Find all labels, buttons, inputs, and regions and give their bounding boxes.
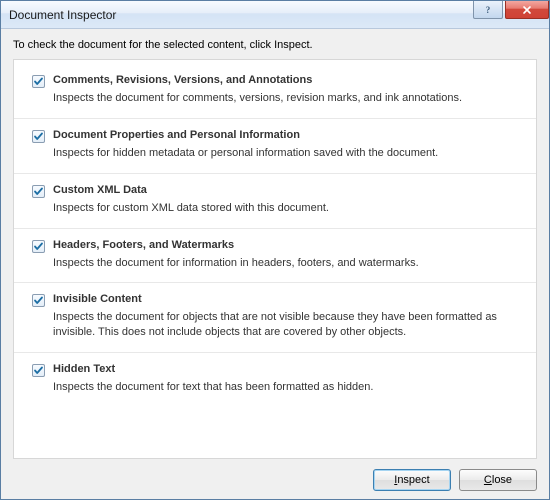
- titlebar-buttons: ?: [471, 1, 549, 28]
- button-label: Inspect: [394, 474, 429, 486]
- item-desc: Inspects the document for text that has …: [53, 380, 518, 395]
- item-title: Comments, Revisions, Versions, and Annot…: [53, 74, 312, 86]
- item-desc: Inspects the document for objects that a…: [53, 310, 518, 340]
- button-label: Close: [484, 474, 512, 486]
- checkmark-icon: [33, 365, 44, 376]
- checkbox-invisible[interactable]: [32, 294, 45, 307]
- dialog-title: Document Inspector: [9, 8, 471, 22]
- inspection-item: Invisible Content Inspects the document …: [14, 283, 536, 353]
- checkbox-docprops[interactable]: [32, 130, 45, 143]
- inspection-item: Headers, Footers, and Watermarks Inspect…: [14, 229, 536, 284]
- checkbox-comments[interactable]: [32, 75, 45, 88]
- item-title: Invisible Content: [53, 293, 142, 305]
- close-button[interactable]: Close: [459, 469, 537, 491]
- help-button[interactable]: ?: [473, 1, 503, 19]
- checkbox-hiddentext[interactable]: [32, 364, 45, 377]
- item-desc: Inspects the document for information in…: [53, 256, 518, 271]
- checkbox-customxml[interactable]: [32, 185, 45, 198]
- checkmark-icon: [33, 241, 44, 252]
- intro-text: To check the document for the selected c…: [13, 39, 537, 51]
- dialog-window: Document Inspector ? To check the docume…: [0, 0, 550, 500]
- inspection-panel: Comments, Revisions, Versions, and Annot…: [13, 59, 537, 459]
- inspect-button[interactable]: Inspect: [373, 469, 451, 491]
- item-desc: Inspects for hidden metadata or personal…: [53, 146, 518, 161]
- checkmark-icon: [33, 76, 44, 87]
- checkbox-headers[interactable]: [32, 240, 45, 253]
- item-desc: Inspects for custom XML data stored with…: [53, 201, 518, 216]
- checkmark-icon: [33, 131, 44, 142]
- item-title: Headers, Footers, and Watermarks: [53, 239, 234, 251]
- inspection-item: Hidden Text Inspects the document for te…: [14, 353, 536, 407]
- close-icon: [521, 5, 533, 15]
- inspection-item: Custom XML Data Inspects for custom XML …: [14, 174, 536, 229]
- inspection-item: Comments, Revisions, Versions, and Annot…: [14, 64, 536, 119]
- item-desc: Inspects the document for comments, vers…: [53, 91, 518, 106]
- svg-text:?: ?: [486, 5, 491, 15]
- help-icon: ?: [483, 5, 493, 15]
- dialog-content: To check the document for the selected c…: [1, 29, 549, 499]
- checkmark-icon: [33, 186, 44, 197]
- close-window-button[interactable]: [505, 1, 549, 19]
- inspection-item: Document Properties and Personal Informa…: [14, 119, 536, 174]
- item-title: Document Properties and Personal Informa…: [53, 129, 300, 141]
- item-title: Hidden Text: [53, 363, 115, 375]
- item-title: Custom XML Data: [53, 184, 147, 196]
- dialog-footer: Inspect Close: [13, 459, 537, 491]
- checkmark-icon: [33, 295, 44, 306]
- titlebar: Document Inspector ?: [1, 1, 549, 29]
